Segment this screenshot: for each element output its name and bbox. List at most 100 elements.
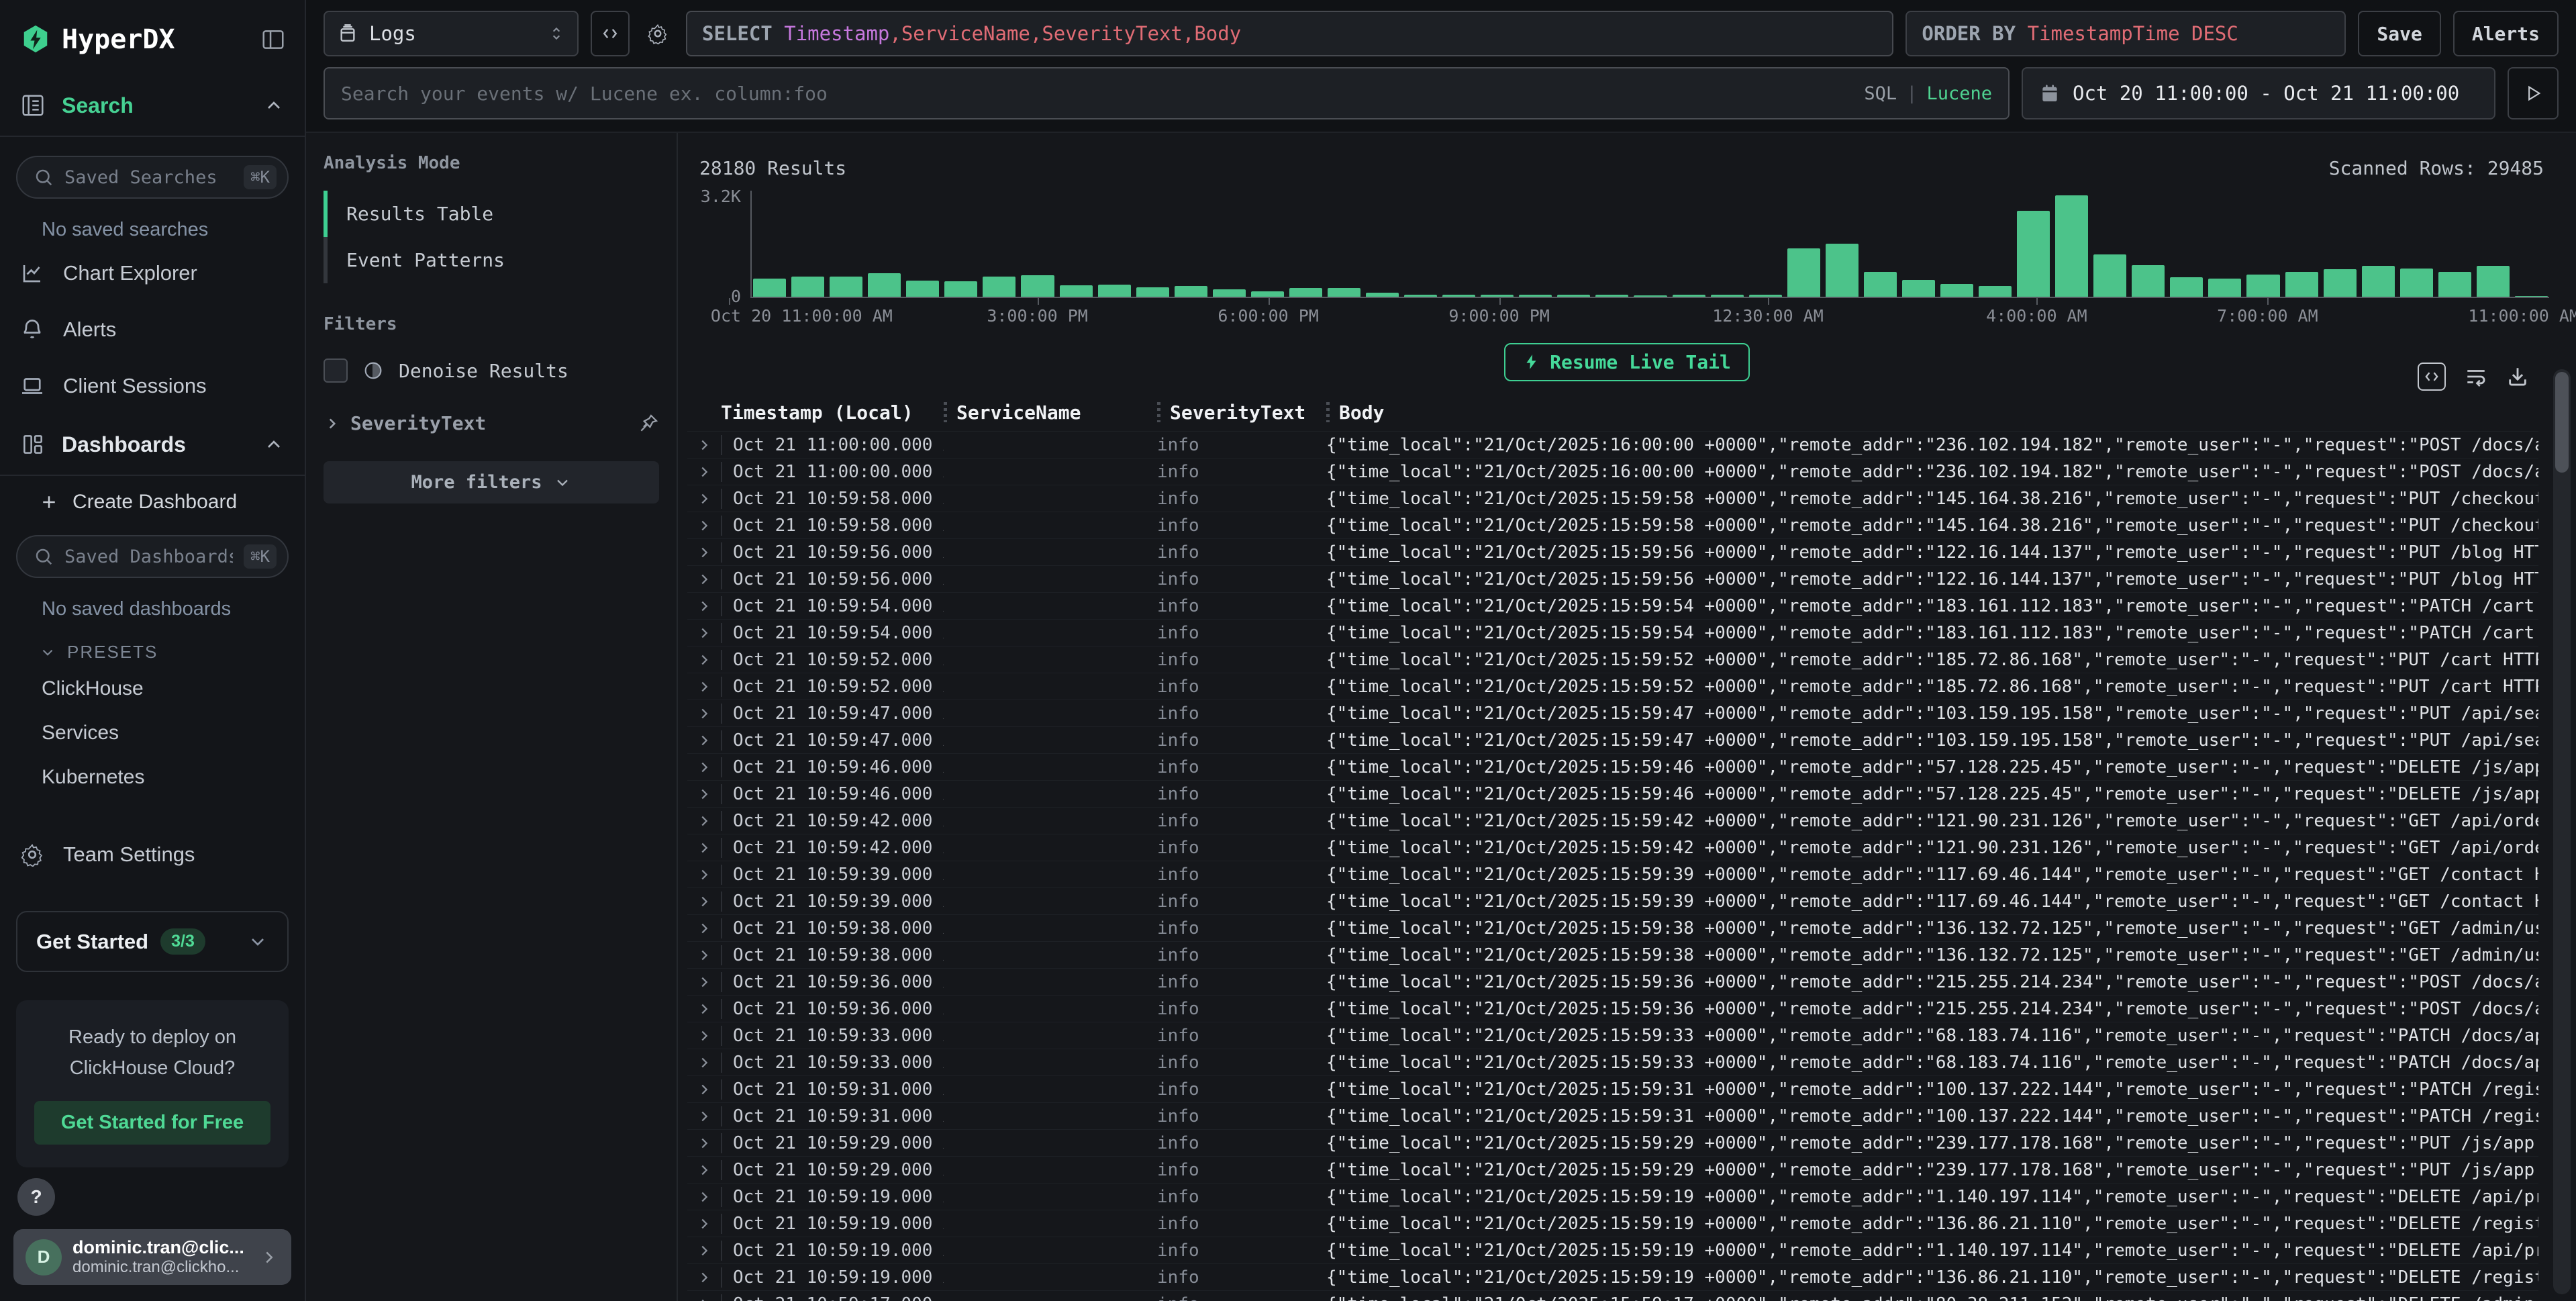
table-row[interactable]: Oct 21 10:59:19.000 AMinfo{"time_local":… [687,1183,2538,1210]
event-search-input[interactable] [341,83,1850,105]
row-expand-icon[interactable] [687,572,721,587]
row-expand-icon[interactable] [687,1216,721,1231]
histogram-bar[interactable] [1442,295,1475,297]
table-scrollbar[interactable] [2553,369,2571,1294]
table-row[interactable]: Oct 21 10:59:54.000 AMinfo{"time_local":… [687,619,2538,646]
histogram-bar[interactable] [2477,266,2510,297]
row-expand-icon[interactable] [687,921,721,936]
row-expand-icon[interactable] [687,518,721,533]
histogram-bar[interactable] [1634,295,1667,297]
histogram-bar[interactable] [1481,295,1514,297]
histogram-bar[interactable] [2017,211,2050,297]
histogram-bar[interactable] [2285,272,2318,297]
histogram-bar[interactable] [2093,254,2126,297]
histogram-bar[interactable] [1060,285,1093,297]
table-row[interactable]: Oct 21 10:59:56.000 AMinfo{"time_local":… [687,538,2538,565]
histogram-bar[interactable] [1711,295,1744,297]
histogram-bar[interactable] [1175,286,1207,297]
sidebar-item-alerts[interactable]: Alerts [0,301,305,358]
preset-item-kubernetes[interactable]: Kubernetes [0,755,305,800]
histogram-bar[interactable] [1213,289,1246,297]
event-search-box[interactable]: SQL | Lucene [324,67,2010,119]
table-row[interactable]: Oct 21 10:59:17.000 AMinfo{"time_local":… [687,1290,2538,1301]
histogram-bar[interactable] [1902,280,1935,297]
table-row[interactable]: Oct 21 10:59:33.000 AMinfo{"time_local":… [687,1049,2538,1075]
collapse-sidebar-icon[interactable] [260,27,286,52]
histogram-bar[interactable] [1673,295,1705,297]
table-row[interactable]: Oct 21 10:59:42.000 AMinfo{"time_local":… [687,834,2538,861]
histogram-bar[interactable] [983,277,1015,297]
hyperdx-logo[interactable]: HyperDX [20,24,175,55]
presets-toggle[interactable]: PRESETS [0,624,305,667]
lucene-toggle[interactable]: Lucene [1926,83,1992,104]
more-filters-button[interactable]: More filters [324,461,659,503]
histogram-bar[interactable] [1979,286,2012,297]
filter-group-severitytext[interactable]: SeverityText [324,412,659,434]
row-expand-icon[interactable] [687,787,721,802]
tab-event-patterns[interactable]: Event Patterns [324,237,659,283]
histogram-bar[interactable] [1940,284,1973,297]
histogram-bar[interactable] [1251,291,1284,297]
row-expand-icon[interactable] [687,814,721,828]
saved-searches-input[interactable]: ⌘K [16,156,289,199]
row-expand-icon[interactable] [687,867,721,882]
row-expand-icon[interactable] [687,1055,721,1070]
sidebar-item-client-sessions[interactable]: Client Sessions [0,358,305,414]
histogram-bar[interactable] [2515,296,2548,297]
histogram-bar[interactable] [2208,279,2241,297]
run-query-button[interactable] [2508,67,2559,119]
table-row[interactable]: Oct 21 10:59:36.000 AMinfo{"time_local":… [687,968,2538,995]
row-expand-icon[interactable] [687,894,721,909]
histogram-bar[interactable] [1366,293,1399,297]
table-row[interactable]: Oct 21 10:59:52.000 AMinfo{"time_local":… [687,673,2538,700]
table-row[interactable]: Oct 21 10:59:39.000 AMinfo{"time_local":… [687,861,2538,887]
table-row[interactable]: Oct 21 10:59:56.000 AMinfo{"time_local":… [687,565,2538,592]
row-expand-icon[interactable] [687,760,721,775]
column-header-servicename[interactable]: ServiceName [944,401,1157,424]
source-select[interactable]: Logs [324,11,579,56]
denoise-results-toggle[interactable]: Denoise Results [324,358,659,383]
row-expand-icon[interactable] [687,1136,721,1151]
row-expand-icon[interactable] [687,679,721,694]
row-expand-icon[interactable] [687,733,721,748]
tab-results-table[interactable]: Results Table [324,191,659,237]
row-expand-icon[interactable] [687,1082,721,1097]
table-row[interactable]: Oct 21 11:00:00.000 AMinfo{"time_local":… [687,458,2538,485]
row-expand-icon[interactable] [687,1109,721,1124]
denoise-checkbox[interactable] [324,358,348,383]
save-button[interactable]: Save [2358,11,2440,56]
table-row[interactable]: Oct 21 10:59:46.000 AMinfo{"time_local":… [687,753,2538,780]
histogram-plot[interactable] [750,191,2549,298]
row-side-panel-icon[interactable] [2418,363,2446,391]
table-row[interactable]: Oct 21 10:59:52.000 AMinfo{"time_local":… [687,646,2538,673]
table-row[interactable]: Oct 21 10:59:54.000 AMinfo{"time_local":… [687,592,2538,619]
row-expand-icon[interactable] [687,545,721,560]
histogram-bar[interactable] [1595,295,1628,297]
histogram-bar[interactable] [1136,287,1169,297]
table-row[interactable]: Oct 21 10:59:33.000 AMinfo{"time_local":… [687,1022,2538,1049]
table-row[interactable]: Oct 21 10:59:39.000 AMinfo{"time_local":… [687,887,2538,914]
row-expand-icon[interactable] [687,599,721,614]
column-resize-handle[interactable] [944,402,947,422]
row-expand-icon[interactable] [687,438,721,452]
histogram-bar[interactable] [2324,269,2357,297]
get-started-free-button[interactable]: Get Started for Free [34,1101,270,1145]
histogram-bar[interactable] [1864,272,1897,297]
histogram-bar[interactable] [1749,295,1782,297]
saved-dashboards-input[interactable]: ⌘K [16,535,289,578]
table-row[interactable]: Oct 21 10:59:58.000 AMinfo{"time_local":… [687,512,2538,538]
help-button[interactable]: ? [17,1178,55,1216]
histogram-bar[interactable] [2170,277,2203,297]
table-row[interactable]: Oct 21 10:59:29.000 AMinfo{"time_local":… [687,1129,2538,1156]
row-expand-icon[interactable] [687,465,721,479]
table-row[interactable]: Oct 21 10:59:31.000 AMinfo{"time_local":… [687,1102,2538,1129]
preset-item-services[interactable]: Services [0,711,305,755]
user-menu[interactable]: D dominic.tran@clic... dominic.tran@clic… [13,1229,291,1285]
table-row[interactable]: Oct 21 11:00:00.000 AMinfo{"time_local":… [687,431,2538,458]
resume-live-tail-button[interactable]: Resume Live Tail [1504,343,1750,381]
histogram-bar[interactable] [2400,269,2433,297]
sidebar-item-team-settings[interactable]: Team Settings [0,826,305,883]
row-expand-icon[interactable] [687,706,721,721]
histogram-bar[interactable] [2438,272,2471,297]
histogram-bar[interactable] [2246,275,2279,297]
